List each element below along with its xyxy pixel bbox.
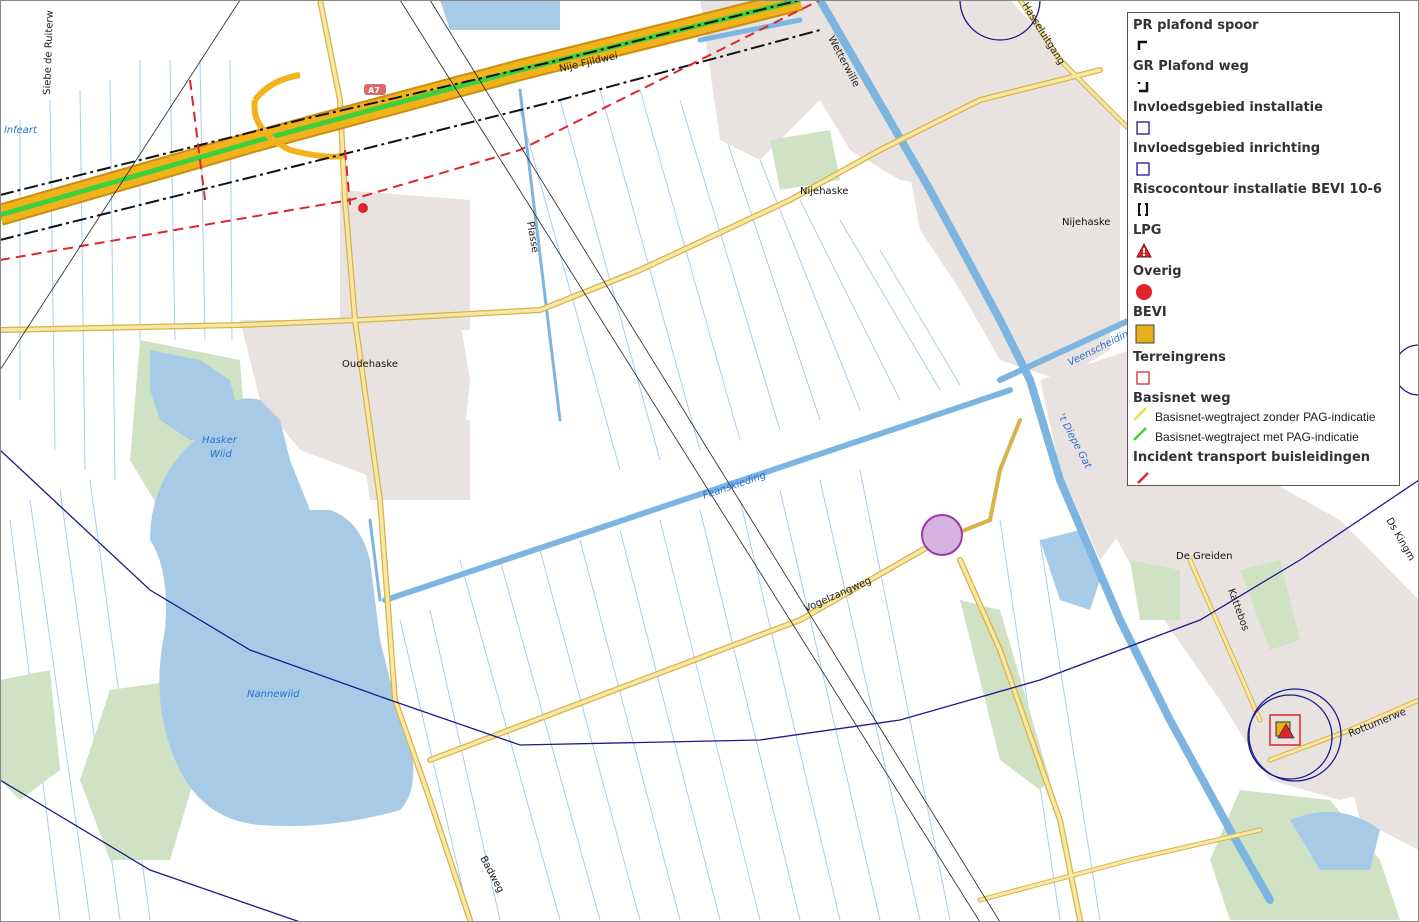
legend-panel: PR plafond spoor GR Plafond weg Invloeds…: [1127, 12, 1400, 486]
label-nannewiid: Nannewiid: [247, 689, 300, 700]
legend-symbol-lpg: [1133, 239, 1395, 261]
legend-symbol-gr: [1133, 75, 1395, 97]
legend-symbol-invloed-installatie: [1133, 116, 1395, 138]
purple-risk-circle[interactable]: [921, 514, 963, 556]
legend-symbol-overig: [1133, 280, 1395, 302]
legend-invloed-inrichting: Invloedsgebied inrichting: [1133, 141, 1321, 156]
legend-terreingrens: Terreingrens: [1133, 350, 1226, 365]
legend-overig: Overig: [1133, 264, 1182, 279]
legend-riscocontour: Riscocontour installatie BEVI 10-6: [1133, 182, 1382, 197]
legend-gr-plafond-weg: GR Plafond weg: [1133, 59, 1249, 74]
legend-symbol-incident: [1133, 466, 1395, 488]
legend-invloed-installatie: Invloedsgebied installatie: [1133, 100, 1323, 115]
map-view[interactable]: Siebe de Ruiterw Nije Fjildwei A7 Wetter…: [0, 0, 1419, 922]
legend-zonder-pag-label: Basisnet-wegtraject zonder PAG-indicatie: [1155, 410, 1376, 424]
legend-pr-plafond-spoor: PR plafond spoor: [1133, 18, 1259, 33]
legend-incident: Incident transport buisleidingen: [1133, 450, 1371, 465]
legend-row-zonder-pag: Basisnet-wegtraject zonder PAG-indicatie: [1133, 407, 1395, 427]
legend-row-met-pag: Basisnet-wegtraject met PAG-indicatie: [1133, 427, 1395, 447]
label-nijehaske-2: Nijehaske: [1062, 217, 1110, 228]
legend-bevi: BEVI: [1133, 305, 1167, 320]
legend-symbol-terreingrens: [1133, 366, 1395, 388]
legend-symbol-bevi: [1133, 321, 1395, 347]
label-nijehaske-1: Nijehaske: [800, 186, 848, 197]
overig-marker[interactable]: [358, 203, 368, 213]
legend-symbol-riscocontour: [1133, 198, 1395, 220]
legend-basisnet-weg: Basisnet weg: [1133, 391, 1231, 406]
label-de-greiden: De Greiden: [1176, 551, 1232, 562]
legend-met-pag-label: Basisnet-wegtraject met PAG-indicatie: [1155, 430, 1359, 444]
label-oudehaske: Oudehaske: [342, 359, 398, 370]
legend-symbol-invloed-inrichting: [1133, 157, 1395, 179]
legend-lpg: LPG: [1133, 223, 1162, 238]
label-lnfeart: lnfeart: [4, 125, 38, 136]
label-hasker-wiid-1: Hasker: [202, 435, 238, 446]
legend-symbol-pr: [1133, 34, 1395, 56]
label-hasker-wiid-2: Wiid: [210, 449, 232, 460]
label-a7: A7: [368, 86, 380, 95]
